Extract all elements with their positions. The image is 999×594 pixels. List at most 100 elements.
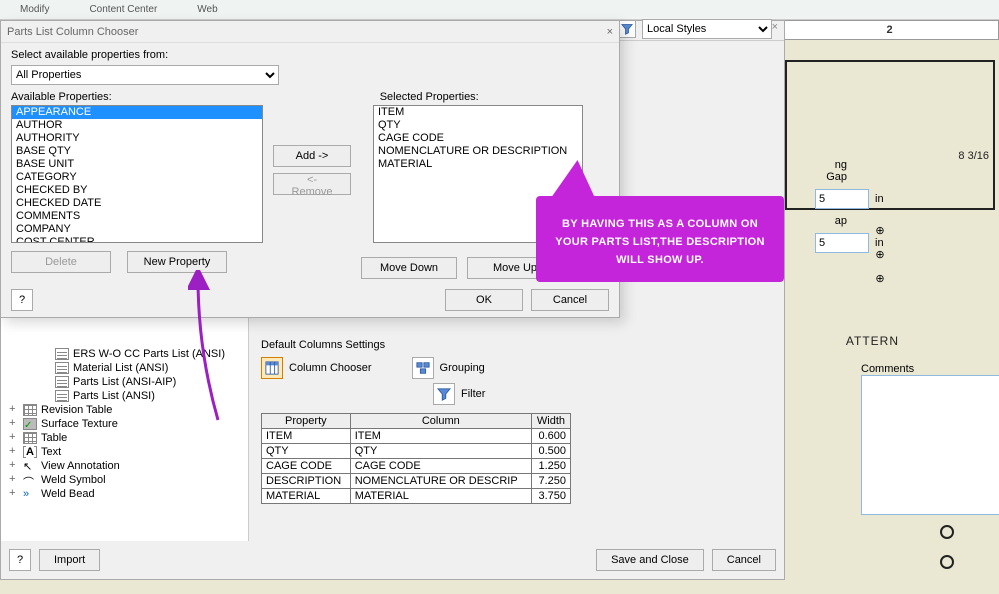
tree-item-label: Weld Bead — [41, 488, 95, 500]
cell: ITEM — [350, 429, 531, 444]
hole-icon — [940, 555, 954, 569]
tree-item[interactable]: + Table — [3, 431, 246, 445]
grouping-icon — [412, 357, 434, 379]
heading-gap-input[interactable] — [815, 189, 869, 209]
heading-gap-group: ng Gap in ap in — [815, 159, 999, 259]
tree-item[interactable]: Material List (ANSI) — [3, 361, 246, 375]
delete-button[interactable]: Delete — [11, 251, 111, 273]
close-icon[interactable]: × — [607, 26, 613, 38]
list-item[interactable]: AUTHOR — [12, 119, 262, 132]
tree-item-label: Parts List (ANSI) — [73, 390, 155, 402]
tree-item[interactable]: Parts List (ANSI-AIP) — [3, 375, 246, 389]
list-icon — [55, 390, 69, 402]
column-chooser-dialog: Parts List Column Chooser × Select avail… — [0, 20, 620, 318]
column-chooser-button[interactable]: Column Chooser — [261, 357, 372, 379]
list-item[interactable]: CHECKED BY — [12, 184, 262, 197]
dialog-titlebar[interactable]: Parts List Column Chooser × — [1, 21, 619, 43]
save-and-close-button[interactable]: Save and Close — [596, 549, 704, 571]
list-item[interactable]: NOMENCLATURE OR DESCRIPTION — [374, 145, 582, 158]
available-properties-list[interactable]: APPEARANCE AUTHOR AUTHORITY BASE QTY BAS… — [11, 105, 263, 243]
list-item[interactable]: BASE QTY — [12, 145, 262, 158]
table-row[interactable]: QTYQTY0.500 — [262, 444, 571, 459]
available-label: Available Properties: — [11, 91, 112, 103]
dialog-title: Parts List Column Chooser — [7, 26, 138, 38]
list-icon — [55, 376, 69, 388]
list-item[interactable]: CATEGORY — [12, 171, 262, 184]
pattern-label: ATTERN — [846, 334, 899, 348]
ribbon-tab[interactable]: Web — [197, 4, 217, 15]
bead-icon — [23, 488, 37, 500]
ribbon-tab[interactable]: Modify — [20, 4, 49, 15]
list-item[interactable]: COST CENTER — [12, 236, 262, 243]
list-item[interactable]: BASE UNIT — [12, 158, 262, 171]
selected-label: Selected Properties: — [380, 91, 479, 103]
table-row[interactable]: DESCRIPTIONNOMENCLATURE OR DESCRIP7.250 — [262, 474, 571, 489]
tree-item[interactable]: +Text — [3, 445, 246, 459]
tree-item[interactable]: +Weld Symbol — [3, 473, 246, 487]
expand-icon[interactable]: + — [9, 446, 19, 458]
styles-filter: Local Styles — [618, 19, 772, 39]
tree-item-label: Revision Table — [41, 404, 112, 416]
grouping-button[interactable]: Grouping — [412, 357, 485, 379]
expand-icon[interactable]: + — [9, 474, 19, 486]
close-icon[interactable]: × — [772, 21, 778, 33]
cancel-button[interactable]: Cancel — [712, 549, 776, 571]
list-item[interactable]: COMMENTS — [12, 210, 262, 223]
tree-item[interactable]: ERS W-O CC Parts List (ANSI) — [3, 347, 246, 361]
ribbon-tab[interactable]: Content Center — [89, 4, 157, 15]
tree-item[interactable]: + Revision Table — [3, 403, 246, 417]
import-button[interactable]: Import — [39, 549, 100, 571]
unit-label: in — [875, 193, 884, 205]
tree-item[interactable]: +Surface Texture — [3, 417, 246, 431]
styles-scope-select[interactable]: Local Styles — [642, 19, 772, 39]
list-item[interactable]: CHECKED DATE — [12, 197, 262, 210]
cancel-button[interactable]: Cancel — [531, 289, 609, 311]
filter-button[interactable]: Filter — [433, 383, 485, 405]
expand-icon[interactable]: + — [9, 432, 19, 444]
remove-button[interactable]: <- Remove — [273, 173, 351, 195]
list-item[interactable]: APPEARANCE — [12, 106, 262, 119]
annotation-text: BY HAVING THIS AS A COLUMN ON YOUR PARTS… — [555, 218, 765, 266]
expand-icon[interactable]: + — [9, 418, 19, 430]
cell: NOMENCLATURE OR DESCRIP — [350, 474, 531, 489]
new-property-button[interactable]: New Property — [127, 251, 227, 273]
expand-icon[interactable]: + — [9, 488, 19, 500]
cell: CAGE CODE — [350, 459, 531, 474]
list-item[interactable]: QTY — [374, 119, 582, 132]
ok-button[interactable]: OK — [445, 289, 523, 311]
cell: QTY — [350, 444, 531, 459]
list-item[interactable]: ITEM — [374, 106, 582, 119]
cell: 1.250 — [531, 459, 570, 474]
tree-item-label: Table — [41, 432, 67, 444]
expand-icon[interactable]: + — [9, 404, 19, 416]
ruler-mark: 2 — [886, 24, 892, 36]
col-header-column: Column — [350, 414, 531, 429]
comments-group: Comments — [861, 363, 999, 518]
add-button[interactable]: Add -> — [273, 145, 351, 167]
expand-icon[interactable]: + — [9, 460, 19, 472]
tree-item[interactable]: +↖View Annotation — [3, 459, 246, 473]
help-icon: ? — [19, 294, 25, 306]
cell: 7.250 — [531, 474, 570, 489]
row-gap-label: ap — [815, 215, 847, 227]
tree-item[interactable]: + Weld Bead — [3, 487, 246, 501]
columns-table[interactable]: Property Column Width ITEMITEM0.600 QTYQ… — [261, 413, 571, 504]
help-button[interactable]: ? — [11, 289, 33, 311]
table-row[interactable]: ITEMITEM0.600 — [262, 429, 571, 444]
move-down-button[interactable]: Move Down — [361, 257, 457, 279]
table-row[interactable]: CAGE CODECAGE CODE1.250 — [262, 459, 571, 474]
tree-item[interactable]: Parts List (ANSI) — [3, 389, 246, 403]
filter-icon[interactable] — [618, 20, 636, 38]
tree-item-label: Parts List (ANSI-AIP) — [73, 376, 176, 388]
default-columns-title: Default Columns Settings — [261, 339, 772, 351]
list-item[interactable]: AUTHORITY — [12, 132, 262, 145]
list-item[interactable]: CAGE CODE — [374, 132, 582, 145]
list-item[interactable]: COMPANY — [12, 223, 262, 236]
property-source-select[interactable]: All Properties — [11, 65, 279, 85]
help-button[interactable]: ? — [9, 549, 31, 571]
table-row[interactable]: MATERIALMATERIAL3.750 — [262, 489, 571, 504]
list-item[interactable]: MATERIAL — [374, 158, 582, 171]
comments-textarea[interactable] — [861, 375, 999, 515]
row-gap-input[interactable] — [815, 233, 869, 253]
cell: 3.750 — [531, 489, 570, 504]
